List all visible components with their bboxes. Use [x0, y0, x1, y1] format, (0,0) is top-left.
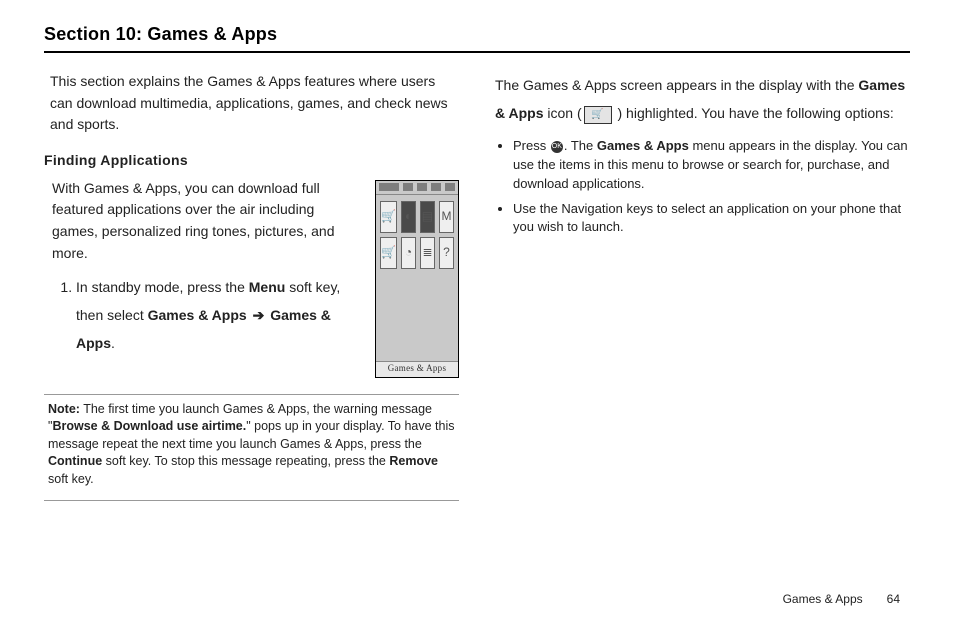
r-p1a: The Games & Apps screen appears in the d…: [495, 77, 858, 93]
options-list: Press OK. The Games & Apps menu appears …: [495, 137, 910, 237]
b1-b: . The: [564, 138, 597, 153]
app-tile-cart2: 🛒: [380, 237, 397, 269]
step-list: In standby mode, press the Menu soft key…: [52, 273, 359, 357]
right-paragraph-1: The Games & Apps screen appears in the d…: [495, 71, 910, 127]
cart-icon: 🛒: [584, 106, 612, 124]
step1-end: .: [111, 335, 115, 351]
ok-icon: OK: [551, 141, 563, 153]
app-tile-music: M: [439, 201, 454, 233]
app-tile-help: ?: [439, 237, 454, 269]
phone-status-bar: [376, 181, 458, 195]
option-navigation-keys: Use the Navigation keys to select an app…: [513, 200, 910, 238]
note-g: soft key.: [48, 472, 94, 486]
right-column: The Games & Apps screen appears in the d…: [495, 71, 910, 501]
remove-softkey-label: Remove: [389, 454, 438, 468]
note-label: Note:: [48, 402, 80, 416]
phone-footer-label: Games & Apps: [376, 361, 458, 377]
section-title: Section 10: Games & Apps: [44, 24, 910, 53]
battery-icon: [445, 183, 455, 191]
footer-page-number: 64: [887, 592, 900, 606]
continue-softkey-label: Continue: [48, 454, 102, 468]
b1-c: Games & Apps: [597, 138, 689, 153]
app-tile-album: ◔: [401, 237, 416, 269]
note-top-divider: [44, 394, 459, 395]
page-footer: Games & Apps 64: [783, 592, 900, 606]
message-icon: [403, 183, 413, 191]
note-b: Browse & Download use airtime.: [52, 419, 246, 433]
note-e: soft key. To stop this message repeating…: [102, 454, 389, 468]
step1-pre: In standby mode, press the: [76, 279, 249, 295]
phone-screenshot: 🛒 ◐ ▤ M 🛒 ◔ ≣ ? Games & Apps: [375, 180, 459, 378]
sound-icon: [389, 183, 399, 191]
b1-a: Press: [513, 138, 550, 153]
option-press-ok: Press OK. The Games & Apps menu appears …: [513, 137, 910, 194]
note-block: Note: The first time you launch Games & …: [44, 401, 459, 495]
intro-paragraph: This section explains the Games & Apps f…: [50, 71, 459, 136]
app-tile-list: ≣: [420, 237, 435, 269]
right-arrow-icon: ➔: [251, 307, 267, 323]
clock-icon: [417, 183, 427, 191]
app-tile-globe: ◐: [401, 201, 416, 233]
phone-app-grid: 🛒 ◐ ▤ M 🛒 ◔ ≣ ?: [376, 195, 458, 361]
r-p1d: ) highlighted. You have the following op…: [614, 105, 894, 121]
note-bottom-divider: [44, 500, 459, 501]
left-column: This section explains the Games & Apps f…: [44, 71, 459, 501]
menu-softkey-label: Menu: [249, 279, 286, 295]
status-icon: [431, 183, 441, 191]
finding-paragraph: With Games & Apps, you can download full…: [52, 178, 359, 265]
signal-icon: [379, 183, 389, 191]
step-1: In standby mode, press the Menu soft key…: [76, 273, 359, 357]
app-tile-cal: ▤: [420, 201, 435, 233]
finding-applications-heading: Finding Applications: [44, 150, 459, 172]
step1-path1: Games & Apps: [148, 307, 247, 323]
footer-section-name: Games & Apps: [783, 592, 863, 606]
app-tile-cart: 🛒: [380, 201, 397, 233]
r-p1c: icon (: [543, 105, 581, 121]
